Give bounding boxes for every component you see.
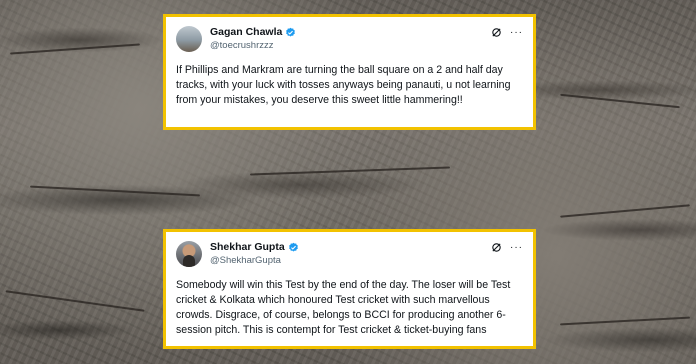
avatar[interactable] (176, 26, 202, 52)
grok-icon[interactable] (491, 27, 502, 38)
tweet-card[interactable]: Gagan Chawla @toecrushrzzz ··· If Philli… (163, 14, 536, 130)
tweet-text: If Phillips and Markram are turning the … (176, 64, 511, 106)
author-info: Shekhar Gupta @ShekharGupta (210, 241, 299, 267)
tweet-header: Gagan Chawla @toecrushrzzz ··· (176, 23, 523, 55)
tweet-actions: ··· (491, 23, 523, 38)
author-name[interactable]: Gagan Chawla (210, 26, 282, 39)
tweet-text: Somebody will win this Test by the end o… (176, 279, 511, 336)
grok-icon[interactable] (491, 242, 502, 253)
avatar[interactable] (176, 241, 202, 267)
verified-badge-icon (286, 27, 296, 37)
more-icon[interactable]: ··· (510, 242, 523, 253)
tweet-actions: ··· (491, 238, 523, 253)
author-info: Gagan Chawla @toecrushrzzz (210, 26, 296, 52)
author-handle[interactable]: @ShekharGupta (210, 254, 299, 267)
verified-badge-icon (288, 242, 298, 252)
more-icon[interactable]: ··· (510, 27, 523, 38)
author-handle[interactable]: @toecrushrzzz (210, 39, 296, 52)
author-name[interactable]: Shekhar Gupta (210, 241, 285, 254)
tweet-header: Shekhar Gupta @ShekharGupta ··· (176, 238, 523, 270)
tweet-card[interactable]: Shekhar Gupta @ShekharGupta ··· Somebody… (163, 229, 536, 349)
